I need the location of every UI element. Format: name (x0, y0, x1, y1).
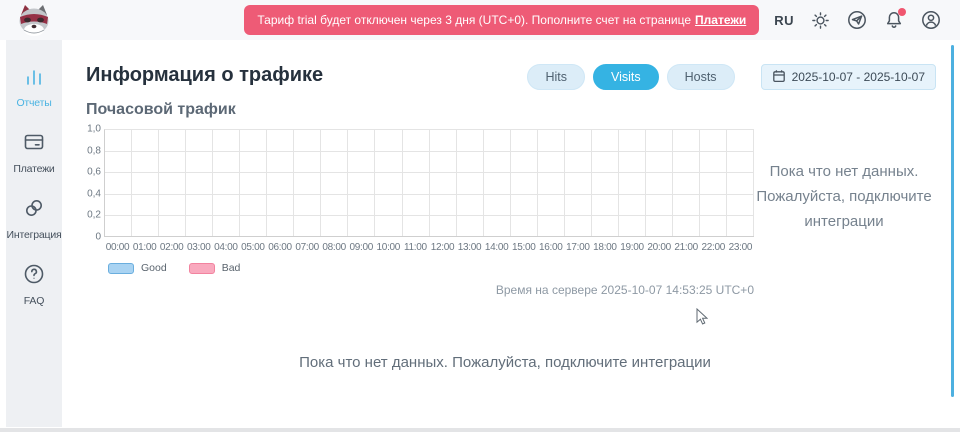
page-title: Информация о трафике (86, 64, 323, 87)
empty-state-side-text: Пока что нет данных. Пожалуйста, подключ… (748, 160, 940, 234)
main-content: Информация о трафике Hits Visits Hosts 2… (62, 40, 948, 433)
sidebar-item-label: FAQ (24, 295, 44, 307)
tab-hosts[interactable]: Hosts (667, 64, 735, 90)
horizontal-scrollbar[interactable] (0, 428, 960, 432)
chart-title: Почасовой трафик (86, 101, 236, 119)
notifications-bell-icon[interactable] (883, 9, 905, 31)
language-switcher[interactable]: RU (774, 13, 794, 28)
account-icon[interactable] (920, 9, 942, 31)
sidebar-item-integration[interactable]: Интеграция (6, 196, 62, 241)
theme-sun-icon[interactable] (809, 9, 831, 31)
calendar-icon (772, 69, 786, 86)
x-axis-labels: 00:0001:0002:0003:0004:0005:0006:0007:00… (104, 237, 754, 253)
sidebar-item-reports[interactable]: Отчеты (6, 64, 62, 109)
date-range-picker[interactable]: 2025-10-07 - 2025-10-07 (761, 64, 936, 90)
report-controls: Hits Visits Hosts 2025-10-07 - 2025-10-0… (527, 64, 936, 90)
sidebar-item-label: Интеграция (7, 229, 62, 241)
app-logo-raccoon[interactable] (14, 2, 56, 38)
legend-entry: Bad (189, 262, 241, 274)
hourly-traffic-chart: 1,00,80,60,40,20 00:0001:0002:0003:0004:… (86, 129, 754, 297)
banner-message: Тариф trial будет отключен через 3 дня (… (257, 13, 691, 27)
sidebar-item-label: Платежи (13, 163, 54, 175)
telegram-icon[interactable] (846, 9, 868, 31)
chart-plot-area (104, 129, 754, 237)
banner-payments-link[interactable]: Платежи (695, 13, 746, 27)
notification-dot (898, 8, 906, 16)
sidebar-item-faq[interactable]: FAQ (6, 262, 62, 307)
date-range-value: 2025-10-07 - 2025-10-07 (792, 70, 925, 84)
legend-entry: Good (108, 262, 167, 274)
server-time: Время на сервере 2025-10-07 14:53:25 UTC… (86, 283, 754, 297)
tab-hits[interactable]: Hits (527, 64, 585, 90)
payments-card-icon (22, 130, 46, 159)
empty-state-bottom-text: Пока что нет данных. Пожалуйста, подключ… (62, 354, 948, 371)
vertical-scrollbar[interactable] (951, 45, 954, 397)
sidebar: Отчеты Платежи Интеграция FAQ (6, 40, 62, 427)
sidebar-item-label: Отчеты (16, 97, 51, 109)
chart-legend: Good Bad (108, 262, 754, 274)
topbar: Тариф trial будет отключен через 3 дня (… (0, 0, 960, 40)
tab-visits[interactable]: Visits (593, 64, 659, 90)
integration-link-icon (22, 196, 46, 225)
trial-warning-banner: Тариф trial будет отключен через 3 дня (… (244, 5, 759, 35)
sidebar-item-payments[interactable]: Платежи (6, 130, 62, 175)
faq-question-icon (22, 262, 46, 291)
y-axis-labels: 1,00,80,60,40,20 (86, 129, 101, 237)
bar-chart-icon (22, 64, 46, 93)
